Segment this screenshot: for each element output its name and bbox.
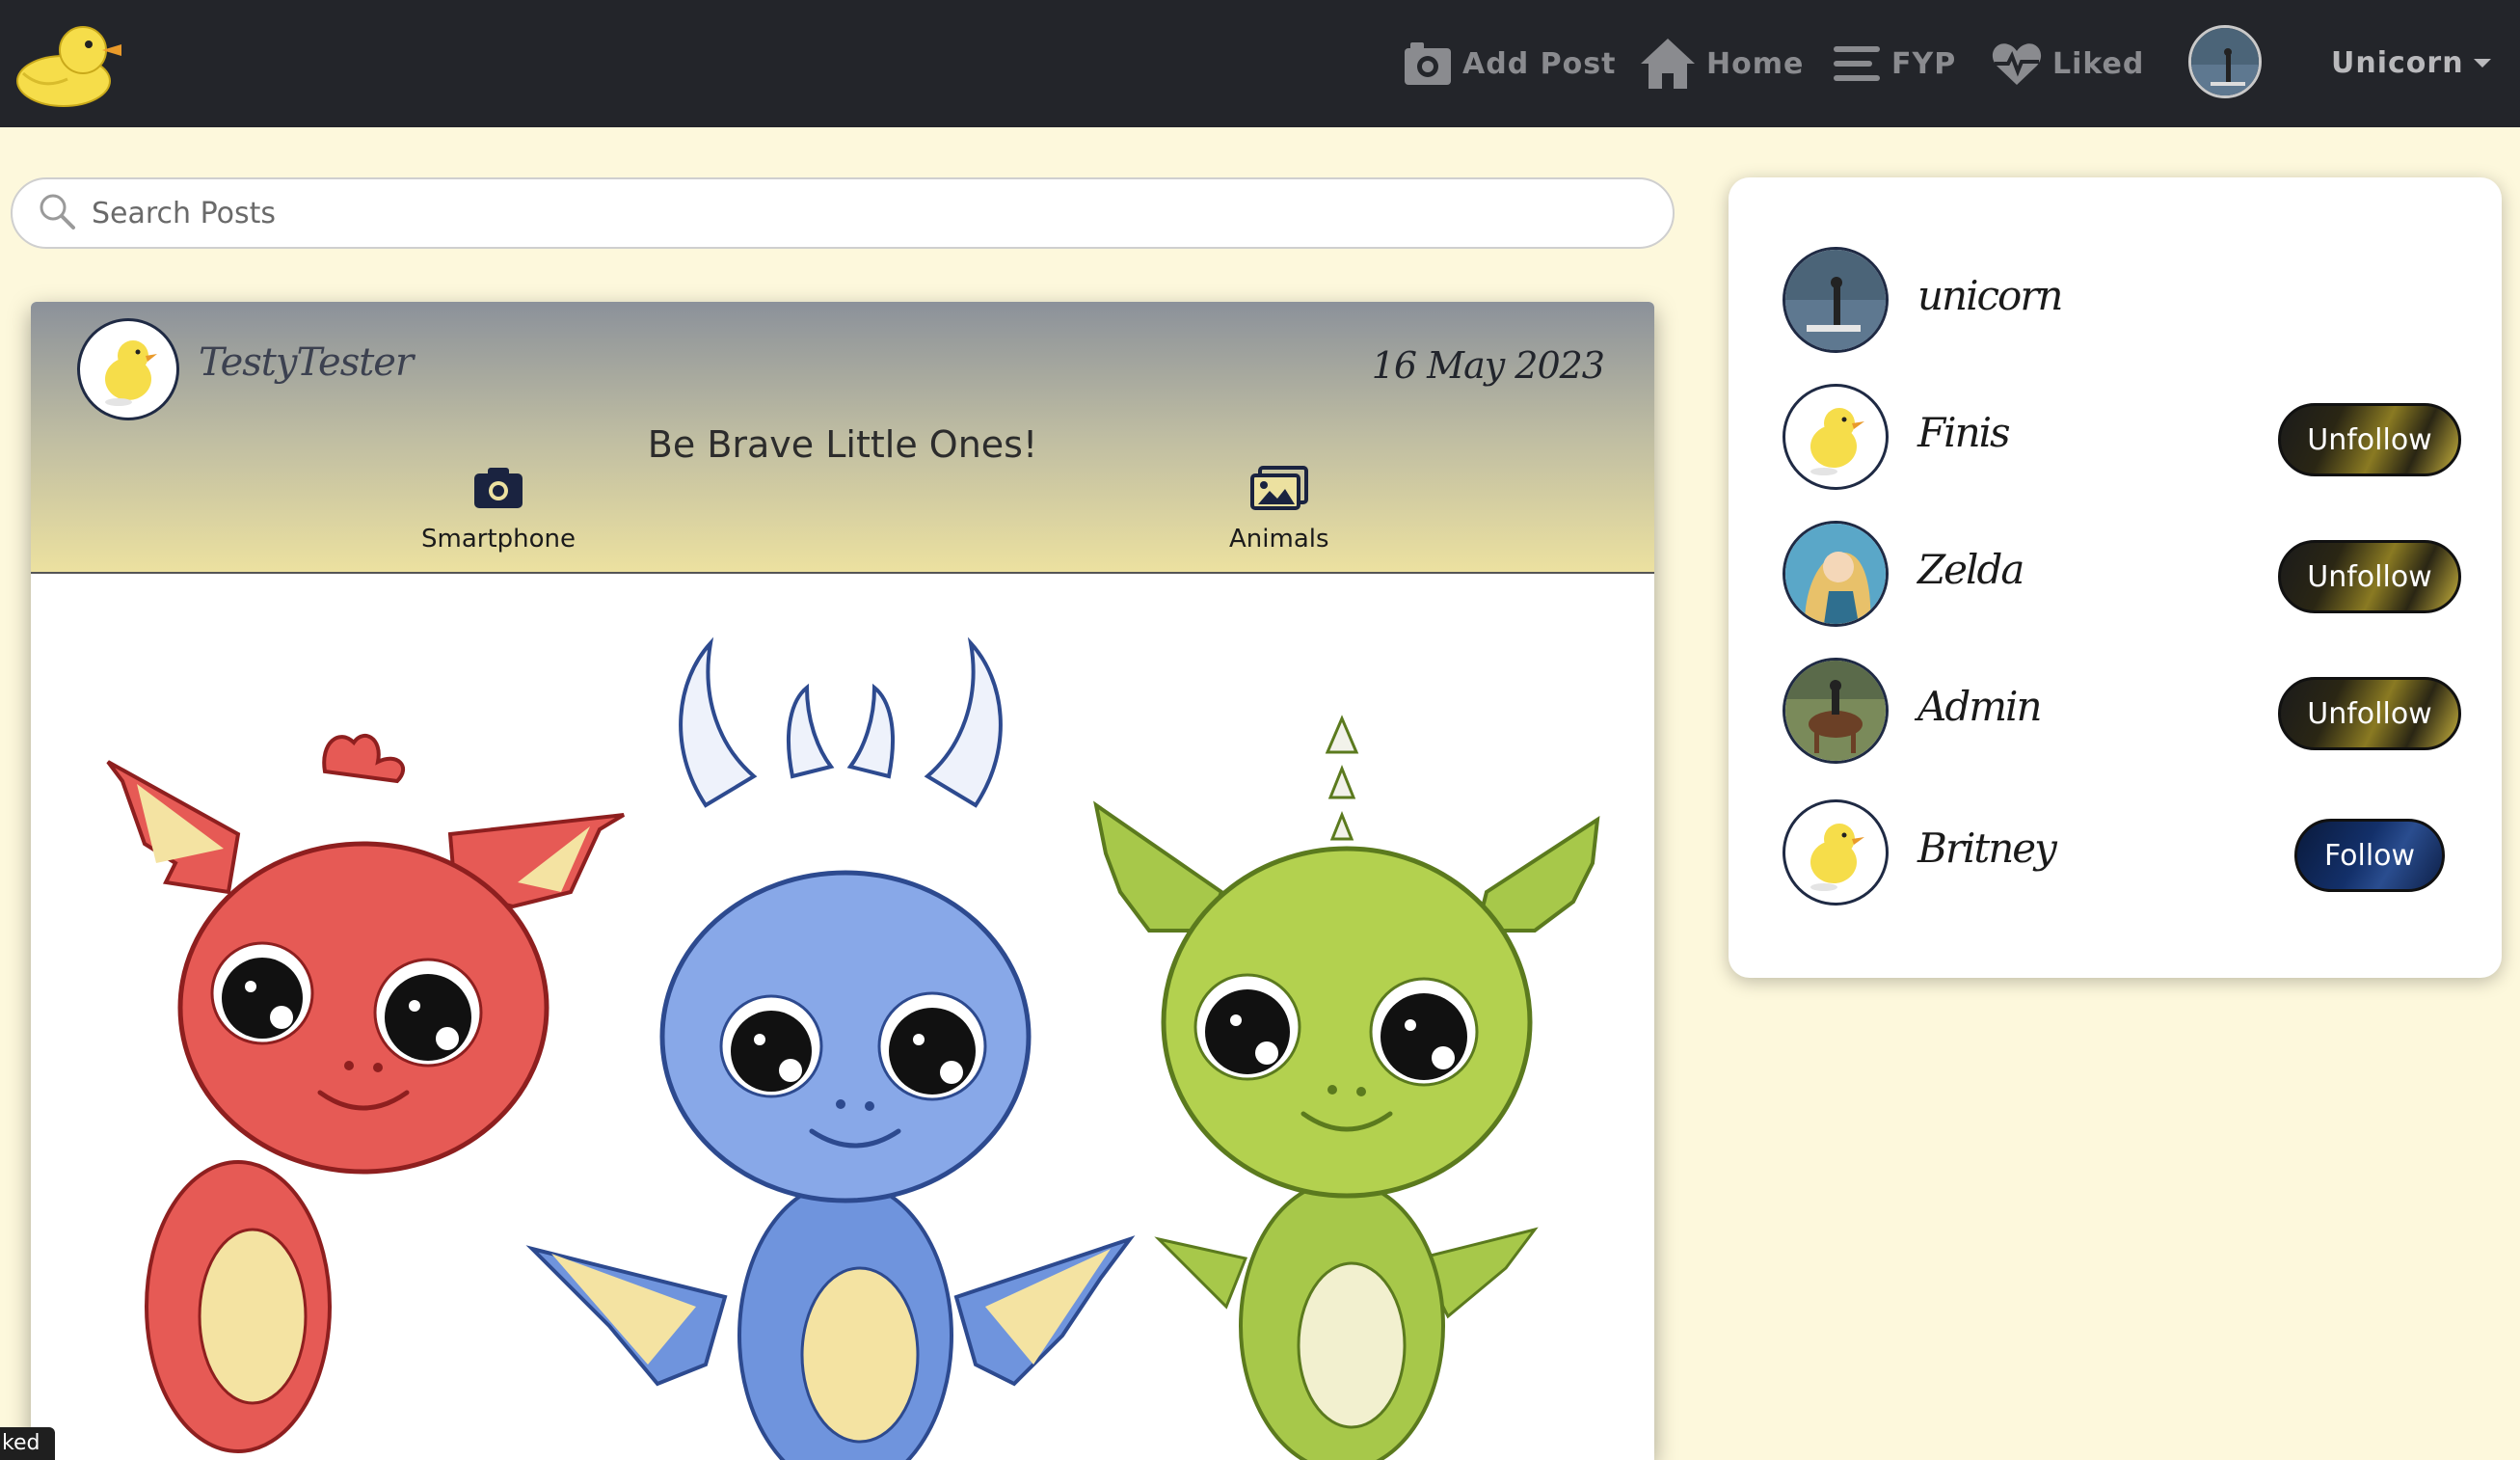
- images-icon: [1249, 466, 1308, 525]
- user-avatar[interactable]: [1783, 384, 1889, 490]
- chevron-down-icon: [2473, 58, 2491, 68]
- post-date: 16 May 2023: [1371, 344, 1605, 387]
- user-name[interactable]: unicorn: [1917, 272, 2063, 319]
- user-row-admin: Admin Unfollow: [1783, 658, 2461, 766]
- user-row-zelda: Zelda Unfollow: [1783, 521, 2461, 629]
- search-bar: [11, 177, 1675, 249]
- navbar: Add Post Home FYP Liked Unicorn: [0, 0, 2520, 127]
- tag-animals-label: Animals: [1229, 525, 1329, 554]
- home-icon: [1639, 37, 1697, 91]
- post-title: Be Brave Little Ones!: [647, 423, 1038, 466]
- user-row-britney: Britney Follow: [1783, 799, 2457, 907]
- post-card: TestyTester 16 May 2023 Be Brave Little …: [31, 302, 1654, 1460]
- blue-dragon-illustration: [525, 636, 1136, 1460]
- post-author-name[interactable]: TestyTester: [199, 340, 414, 385]
- tag-smartphone[interactable]: Smartphone: [421, 466, 576, 554]
- tag-animals[interactable]: Animals: [1229, 466, 1329, 554]
- user-avatar[interactable]: [1783, 247, 1889, 353]
- nav-home[interactable]: Home: [1639, 33, 1804, 95]
- green-dragon-illustration: [1093, 715, 1600, 1460]
- user-row-finis: Finis Unfollow: [1783, 384, 2461, 492]
- post-author-avatar[interactable]: [77, 318, 179, 420]
- nav-add-post-label: Add Post: [1462, 46, 1617, 81]
- user-menu-name: Unicorn: [2331, 45, 2464, 80]
- tag-smartphone-label: Smartphone: [421, 525, 576, 554]
- post-header: TestyTester 16 May 2023 Be Brave Little …: [31, 302, 1654, 574]
- duck-logo-icon[interactable]: [13, 15, 127, 112]
- user-avatar[interactable]: [1783, 521, 1889, 627]
- heart-pulse-icon: [1991, 41, 2043, 87]
- nav-fyp[interactable]: FYP: [1832, 33, 1956, 95]
- nav-liked[interactable]: Liked: [1991, 33, 2144, 95]
- camera-icon: [472, 466, 524, 525]
- follow-sidebar: unicorn Finis Unfollow Zelda Unfollow Ad…: [1729, 177, 2502, 978]
- unfollow-button[interactable]: Unfollow: [2278, 403, 2461, 476]
- bars-icon: [1832, 41, 1882, 87]
- nav-add-post[interactable]: Add Post: [1403, 33, 1616, 95]
- user-avatar[interactable]: [2188, 25, 2262, 98]
- search-input[interactable]: [90, 195, 1540, 231]
- post-image[interactable]: [31, 574, 1654, 1460]
- unfollow-button[interactable]: Unfollow: [2278, 540, 2461, 613]
- tooltip: ked: [0, 1427, 55, 1460]
- nav-liked-label: Liked: [2052, 46, 2145, 81]
- user-avatar[interactable]: [1783, 658, 1889, 764]
- search-icon: [38, 192, 76, 234]
- red-dragon-illustration: [106, 733, 626, 1453]
- nav-fyp-label: FYP: [1891, 46, 1957, 81]
- user-name[interactable]: Finis: [1917, 409, 2011, 456]
- camera-icon: [1403, 41, 1453, 87]
- follow-button[interactable]: Follow: [2294, 819, 2445, 892]
- user-name[interactable]: Britney: [1917, 825, 2057, 872]
- user-row-unicorn: unicorn: [1783, 247, 2457, 355]
- user-menu-dropdown[interactable]: Unicorn: [2331, 39, 2491, 87]
- user-avatar[interactable]: [1783, 799, 1889, 906]
- user-name[interactable]: Admin: [1917, 683, 2043, 730]
- unfollow-button[interactable]: Unfollow: [2278, 677, 2461, 750]
- nav-home-label: Home: [1706, 46, 1805, 81]
- user-name[interactable]: Zelda: [1917, 546, 2024, 593]
